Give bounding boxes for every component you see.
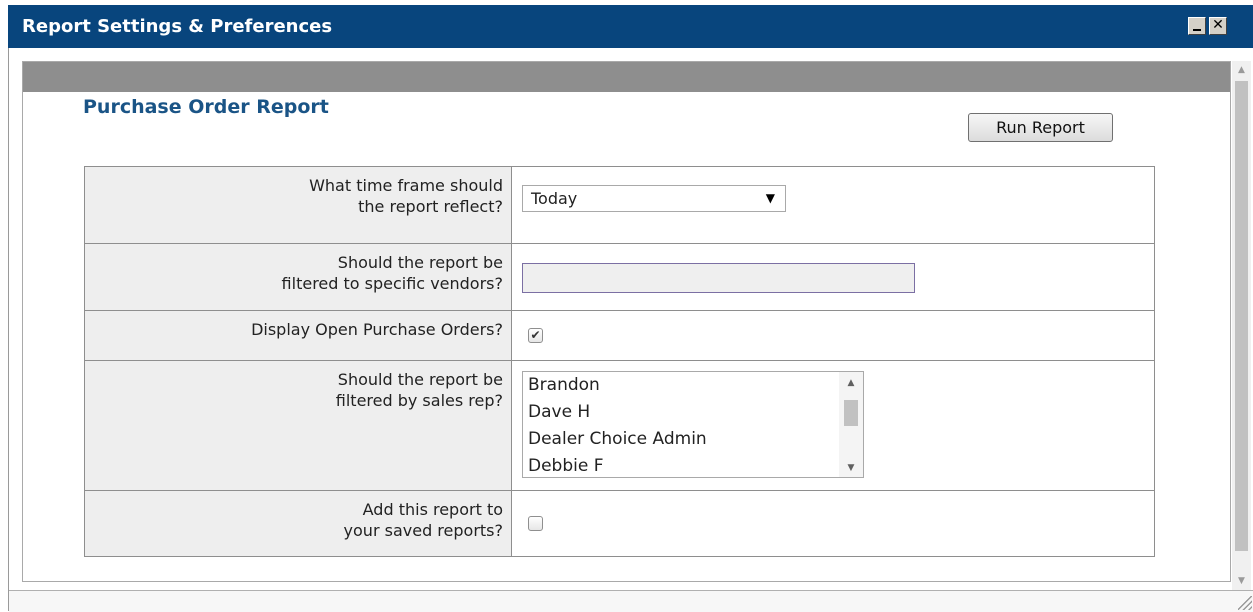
list-item[interactable]: Dave H — [523, 399, 863, 426]
label-line: Should the report be — [337, 253, 503, 272]
report-container: Purchase Order Report Run Report What ti… — [22, 61, 1231, 582]
table-row: What time frame should the report reflec… — [84, 166, 1155, 244]
close-icon[interactable]: ✕ — [1209, 17, 1227, 35]
label-line: filtered by sales rep? — [335, 391, 503, 410]
list-item[interactable]: Debbie F — [523, 453, 863, 477]
table-row: Add this report to your saved reports? — [84, 490, 1155, 557]
scroll-up-icon[interactable]: ▲ — [839, 378, 863, 388]
scroll-up-icon[interactable]: ▲ — [1232, 61, 1251, 79]
dropdown-arrow-icon: ▼ — [765, 191, 775, 205]
label-line: filtered to specific vendors? — [281, 274, 503, 293]
time-frame-value: Today — [531, 189, 578, 208]
saved-reports-checkbox[interactable] — [528, 516, 543, 531]
listbox-scrollbar[interactable]: ▲ ▼ — [839, 372, 863, 477]
scroll-down-icon[interactable]: ▼ — [1232, 572, 1251, 590]
scroll-down-icon[interactable]: ▼ — [839, 463, 863, 473]
list-item[interactable]: Brandon — [523, 372, 863, 399]
list-item[interactable]: Dealer Choice Admin — [523, 426, 863, 453]
resize-grip-icon[interactable] — [1238, 596, 1252, 610]
vendors-cell — [511, 243, 1155, 311]
open-pos-checkbox[interactable]: ✔ — [528, 328, 543, 343]
open-pos-cell: ✔ — [511, 310, 1155, 361]
label-line: Add this report to — [362, 500, 503, 519]
vendors-input[interactable] — [522, 263, 915, 293]
main-scrollbar[interactable]: ▲ ▼ — [1232, 61, 1251, 590]
label-line: What time frame should — [309, 176, 503, 195]
sales-rep-listbox[interactable]: Brandon Dave H Dealer Choice Admin Debbi… — [522, 371, 864, 478]
window-titlebar: Report Settings & Preferences ✕ — [8, 5, 1253, 48]
minimize-icon[interactable] — [1188, 17, 1206, 35]
main-scroll-thumb[interactable] — [1235, 81, 1248, 551]
run-report-button[interactable]: Run Report — [968, 113, 1113, 142]
time-frame-cell: Today ▼ — [511, 166, 1155, 244]
saved-reports-label: Add this report to your saved reports? — [84, 490, 512, 557]
status-bar — [9, 590, 1253, 612]
header-bar — [23, 62, 1230, 92]
time-frame-label: What time frame should the report reflec… — [84, 166, 512, 244]
listbox-scroll-thumb[interactable] — [844, 400, 858, 426]
vendors-label: Should the report be filtered to specifi… — [84, 243, 512, 311]
label-line: your saved reports? — [343, 521, 503, 540]
table-row: Should the report be filtered to specifi… — [84, 243, 1155, 311]
dialog-body: Purchase Order Report Run Report What ti… — [8, 48, 1253, 612]
saved-reports-cell — [511, 490, 1155, 557]
report-title: Purchase Order Report — [83, 96, 329, 118]
label-line: the report reflect? — [358, 197, 503, 216]
label-line: Should the report be — [337, 370, 503, 389]
table-row: Display Open Purchase Orders? ✔ — [84, 310, 1155, 361]
window-title: Report Settings & Preferences — [22, 16, 333, 37]
sales-rep-label: Should the report be filtered by sales r… — [84, 360, 512, 491]
open-pos-label: Display Open Purchase Orders? — [84, 310, 512, 361]
time-frame-select[interactable]: Today ▼ — [522, 185, 786, 212]
settings-table: What time frame should the report reflec… — [84, 166, 1155, 557]
sales-rep-cell: Brandon Dave H Dealer Choice Admin Debbi… — [511, 360, 1155, 491]
table-row: Should the report be filtered by sales r… — [84, 360, 1155, 491]
